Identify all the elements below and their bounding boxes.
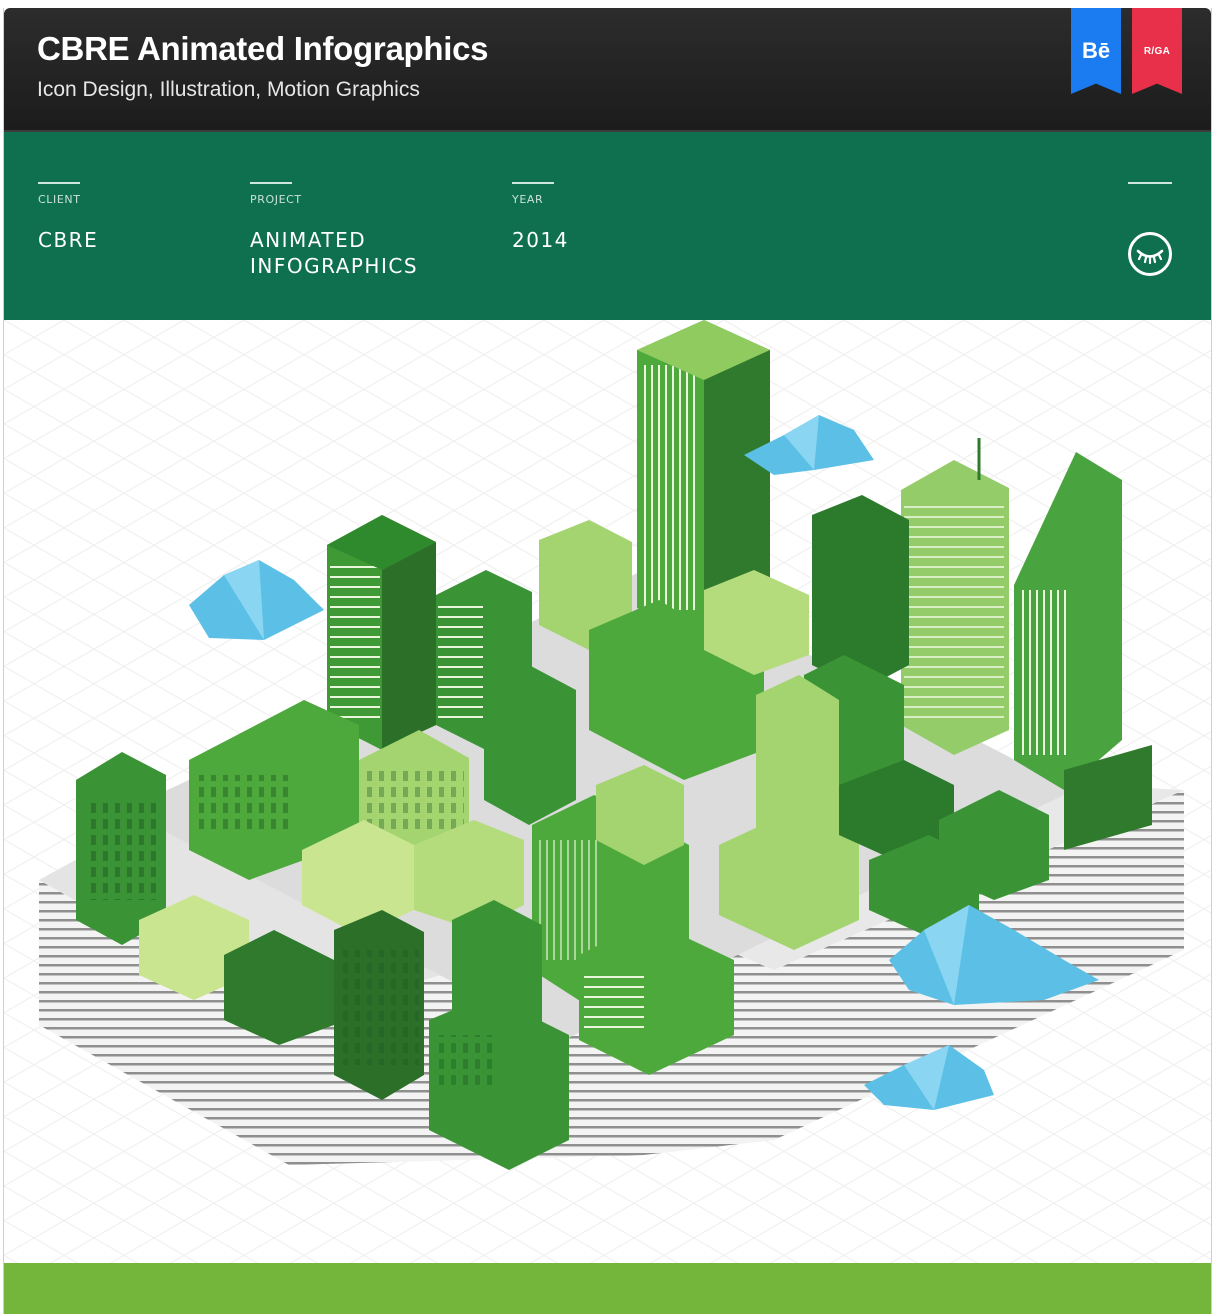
year-label: YEAR [512, 193, 544, 206]
divider [38, 182, 80, 184]
page-title: CBRE Animated Infographics [37, 30, 489, 67]
client-label: CLIENT [38, 193, 81, 206]
rga-ribbon-icon[interactable]: R/GA [1132, 8, 1182, 94]
divider [512, 182, 554, 184]
isometric-city-illustration [4, 320, 1211, 1265]
divider [1128, 182, 1172, 184]
project-value: ANIMATED INFOGRAPHICS [250, 227, 418, 279]
striped-tower-right [901, 438, 1009, 755]
project-block: PROJECT ANIMATED INFOGRAPHICS [250, 182, 418, 279]
page-subtitle: Icon Design, Illustration, Motion Graphi… [37, 78, 420, 101]
project-label: PROJECT [250, 193, 302, 206]
project-card: CBRE Animated Infographics Icon Design, … [3, 8, 1212, 1314]
footer-bar [4, 1263, 1211, 1314]
project-value-line-2: INFOGRAPHICS [250, 254, 419, 278]
header-bar: CBRE Animated Infographics Icon Design, … [4, 8, 1211, 132]
client-block: CLIENT CBRE [38, 182, 98, 253]
project-value-line-1: ANIMATED [250, 228, 367, 252]
client-value: CBRE [38, 228, 99, 252]
striped-tower-left [327, 515, 436, 750]
year-block: YEAR 2014 [512, 182, 569, 253]
year-value: 2014 [512, 228, 569, 252]
divider [250, 182, 292, 184]
project-info-panel: CLIENT CBRE PROJECT ANIMATED INFOGRAPHIC… [4, 132, 1211, 320]
behance-ribbon-icon[interactable]: Bē [1071, 8, 1121, 94]
closed-eye-icon[interactable] [1127, 231, 1173, 277]
